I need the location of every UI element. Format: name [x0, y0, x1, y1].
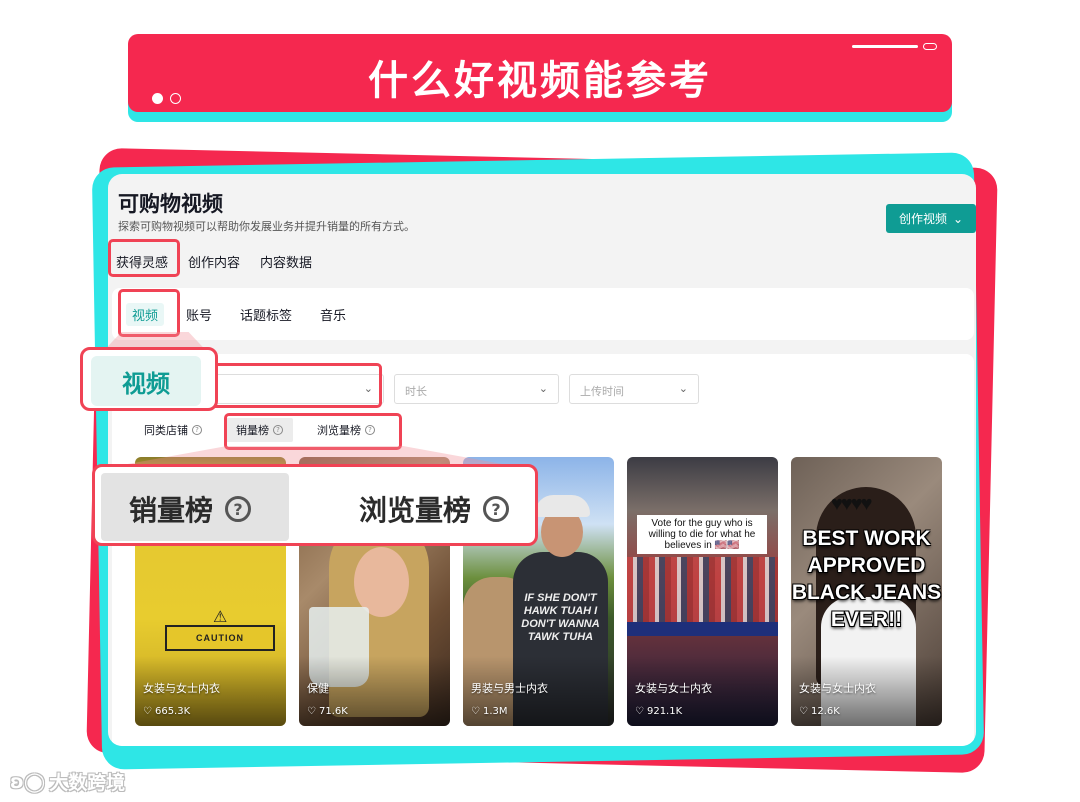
likes-count: 665.3K	[154, 706, 191, 717]
video-category: 保健	[307, 682, 329, 695]
highlight-sub-tab	[118, 289, 180, 337]
heart-icon: ♡	[799, 706, 808, 717]
likes-count: 71.6K	[318, 706, 348, 717]
video-category: 女装与女士内衣	[799, 682, 876, 695]
likes-count: 12.6K	[810, 706, 840, 717]
likes-count: 1.3M	[482, 706, 508, 717]
thumbnail-banner	[627, 622, 778, 636]
video-likes: ♡ 1.3M	[471, 706, 508, 717]
highlight-rank-tabs	[224, 413, 402, 450]
pager-dot[interactable]	[170, 93, 181, 104]
upload-time-placeholder: 上传时间	[580, 385, 624, 398]
question-circle-icon: ?	[483, 496, 510, 522]
rank-tab-label: 同类店铺	[144, 424, 188, 437]
black-hearts-icon: ♥♥♥♥	[831, 493, 872, 515]
heart-icon: ♡	[471, 706, 480, 717]
warning-icon: ⚠	[213, 609, 228, 626]
tab-create-content[interactable]: 创作内容	[188, 252, 240, 271]
chevron-down-icon: ⌄	[678, 382, 688, 395]
heart-icon: ♡	[143, 706, 152, 717]
duration-select[interactable]: 时长 ⌄	[394, 374, 559, 404]
duration-placeholder: 时长	[405, 385, 427, 398]
video-category: 女装与女士内衣	[635, 682, 712, 695]
video-likes: ♡ 921.1K	[635, 706, 682, 717]
create-video-label: 创作视频	[898, 212, 947, 226]
create-video-button[interactable]: 创作视频 ⌄	[886, 204, 976, 233]
watermark-text: 大数跨境	[49, 772, 126, 794]
rank-tab-similar-shops[interactable]: 同类店铺 ?	[134, 418, 212, 442]
video-likes: ♡ 71.6K	[307, 706, 348, 717]
chevron-down-icon: ⌄	[952, 211, 964, 226]
page-title: 可购物视频	[118, 192, 223, 216]
watermark: ʚ◯ 大数跨境	[10, 768, 125, 795]
video-card[interactable]: ♥♥♥♥ BEST WORK APPROVED BLACK JEANS EVER…	[791, 457, 942, 726]
video-card[interactable]: Vote for the guy who is willing to die f…	[627, 457, 778, 726]
subtab-music[interactable]: 音乐	[320, 305, 346, 324]
subtab-accounts[interactable]: 账号	[186, 305, 212, 324]
video-likes: ♡ 12.6K	[799, 706, 840, 717]
page-subtitle: 探索可购物视频可以帮助你发展业务并提升销量的所有方式。	[118, 220, 415, 233]
likes-count: 921.1K	[646, 706, 683, 717]
tab-content-data[interactable]: 内容数据	[260, 252, 312, 271]
thumbnail-overlay-text: BEST WORK APPROVED BLACK JEANS EVER!!	[791, 527, 942, 631]
subtab-card: 视频 账号 话题标签 音乐	[112, 288, 974, 340]
highlight-top-tab	[108, 239, 180, 277]
video-likes: ♡ 665.3K	[143, 706, 190, 717]
pager-dot-active[interactable]	[152, 93, 163, 104]
chevron-down-icon: ⌄	[538, 382, 548, 395]
banner-decor-line	[852, 45, 918, 48]
thumbnail-cap	[535, 495, 590, 517]
callout-rank-tabs: 销量榜 ? 浏览量榜 ?	[92, 464, 538, 546]
callout-sales-label: 销量榜	[129, 494, 214, 527]
video-category: 男装与男士内衣	[471, 682, 548, 695]
callout-video-label: 视频	[91, 356, 201, 406]
question-circle-icon: ?	[225, 496, 252, 522]
callout-views-rank: 浏览量榜 ?	[359, 489, 510, 529]
video-category: 女装与女士内衣	[143, 682, 220, 695]
thumbnail-crowd	[627, 557, 778, 622]
upload-time-select[interactable]: 上传时间 ⌄	[569, 374, 699, 404]
callout-video-tab: 视频	[80, 347, 218, 411]
heart-icon: ♡	[635, 706, 644, 717]
callout-sales-rank: 销量榜 ?	[129, 489, 252, 529]
heart-icon: ♡	[307, 706, 316, 717]
thumbnail-caption: Vote for the guy who is willing to die f…	[637, 515, 767, 554]
subtab-hashtags[interactable]: 话题标签	[240, 305, 292, 324]
question-circle-icon[interactable]: ?	[192, 425, 202, 435]
caution-label: CAUTION	[165, 625, 275, 651]
callout-views-label: 浏览量榜	[359, 494, 472, 527]
banner-decor-pill	[923, 43, 937, 50]
watermark-logo-icon: ʚ◯	[10, 770, 46, 793]
title-banner: 什么好视频能参考	[128, 34, 952, 112]
banner-title: 什么好视频能参考	[368, 58, 712, 104]
highlight-select	[200, 363, 382, 408]
